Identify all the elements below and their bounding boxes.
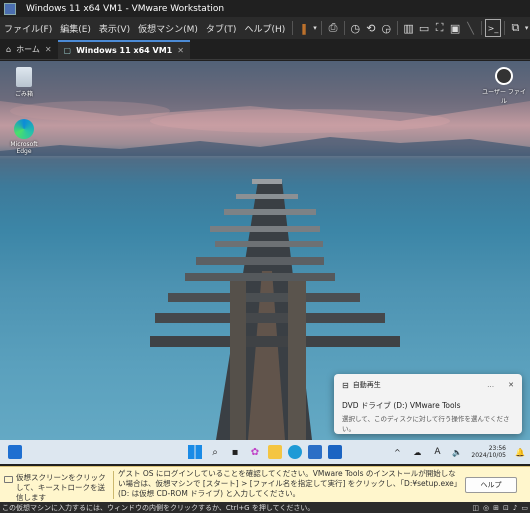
vmware-window: Windows 11 x64 VM1 - VMware Workstation … [0, 0, 530, 513]
snapshot-icon[interactable]: ◷ [348, 19, 363, 37]
menu-edit[interactable]: 編集(E) [56, 22, 95, 35]
device-sound-icon[interactable]: ♪ [513, 504, 517, 512]
device-cd-icon[interactable]: ◎ [483, 504, 489, 512]
vmware-tools-hint-bar: 仮想スクリーンをクリックして、キーストロークを送信します ゲスト OS にログイ… [0, 466, 530, 502]
close-icon[interactable]: ✕ [177, 46, 184, 55]
menu-view[interactable]: 表示(V) [95, 22, 134, 35]
edge-label: Microsoft Edge [10, 141, 38, 155]
start-icon[interactable] [188, 445, 202, 459]
close-icon[interactable]: ✕ [508, 381, 514, 389]
console-icon[interactable]: >_ [485, 19, 501, 37]
edge-icon [14, 119, 34, 139]
keyboard-icon [4, 476, 13, 483]
thumbnail-icon[interactable]: ▭ [416, 19, 431, 37]
tab-home-label: ホーム [16, 45, 40, 54]
widgets-icon[interactable] [8, 445, 22, 459]
clock-date: 2024/10/05 [471, 452, 506, 459]
revert-snapshot-icon[interactable]: ⟲ [363, 19, 378, 37]
store-icon[interactable] [308, 445, 322, 459]
user-icon [495, 67, 513, 85]
unity-icon[interactable]: ▣ [447, 19, 462, 37]
toolbar-separator [481, 21, 483, 35]
toolbar-separator [397, 21, 398, 35]
user-folder-shortcut[interactable]: ユーザー ファイル [482, 67, 526, 105]
notification-title: DVD ドライブ (D:) VMware Tools [342, 401, 461, 410]
menu-help[interactable]: ヘルプ(H) [240, 22, 289, 35]
device-network-icon[interactable]: ⊞ [493, 504, 499, 512]
hint-divider [113, 471, 114, 499]
device-hdd-icon[interactable]: ◫ [472, 504, 479, 512]
file-explorer-icon[interactable] [268, 445, 282, 459]
device-usb-icon[interactable]: ⊡ [503, 504, 509, 512]
window-title: Windows 11 x64 VM1 - VMware Workstation [26, 3, 225, 14]
disabled-icon[interactable]: ╲ [463, 19, 478, 37]
clock[interactable]: 23:56 2024/10/05 [471, 445, 506, 459]
device-display-icon[interactable]: ▭ [521, 504, 528, 512]
notification-body: 選択して、このディスクに対して行う操作を選んでください。 [342, 415, 510, 433]
tab-bar: ⌂ ホーム ✕ ▢ Windows 11 x64 VM1 ✕ [0, 39, 530, 60]
menu-vm[interactable]: 仮想マシン(M) [134, 22, 202, 35]
toolbar-separator [292, 21, 294, 35]
menu-bar: ファイル(F) 編集(E) 表示(V) 仮想マシン(M) タブ(T) ヘルプ(H… [0, 17, 530, 39]
menu-file[interactable]: ファイル(F) [0, 22, 56, 35]
help-button[interactable]: ヘルプ [465, 477, 517, 493]
speaker-icon[interactable]: 🔈 [450, 445, 464, 459]
copilot-icon[interactable]: ✿ [248, 445, 262, 459]
stretch-icon[interactable]: ⧉ [508, 19, 523, 37]
snapshot-manager-icon[interactable]: ◶ [379, 19, 394, 37]
search-icon[interactable]: ⌕ [208, 445, 222, 459]
edge-shortcut[interactable]: Microsoft Edge [2, 119, 46, 155]
tab-vm[interactable]: ▢ Windows 11 x64 VM1 ✕ [57, 40, 190, 59]
toolbar-separator [503, 21, 505, 35]
status-bar: この仮想マシンに入力するには、ウィンドウの内側をクリックするか、Ctrl+G を… [0, 502, 530, 513]
notification-bell-icon[interactable]: 🔔 [513, 445, 527, 459]
vm-icon: ▢ [63, 46, 72, 55]
autoplay-notification[interactable]: ⊟ 自動再生 … ✕ DVD ドライブ (D:) VMware Tools 選択… [334, 374, 522, 434]
network-icon[interactable]: ☁ [410, 445, 424, 459]
guest-taskbar: ⌕ ▪ ✿ ^ ☁ A 🔈 23:56 2024/10/05 🔔 [0, 440, 530, 464]
menu-tabs[interactable]: タブ(T) [202, 22, 241, 35]
ime-indicator[interactable]: A [430, 445, 444, 459]
chevron-down-icon[interactable]: ▾ [312, 19, 319, 37]
outlook-icon[interactable] [328, 445, 342, 459]
hint-click-text: 仮想スクリーンをクリックして、キーストロークを送信します [16, 473, 106, 502]
chevron-up-icon[interactable]: ^ [390, 445, 404, 459]
vmware-app-icon [4, 2, 16, 15]
status-text: この仮想マシンに入力するには、ウィンドウの内側をクリックするか、Ctrl+G を… [2, 503, 315, 512]
send-ctrl-alt-del-icon[interactable]: ⎙ [325, 19, 340, 37]
guest-desktop[interactable]: ごみ箱 Microsoft Edge ユーザー ファイル ⊟ 自動再生 … ✕ … [0, 61, 530, 440]
close-icon[interactable]: ✕ [45, 45, 52, 54]
tab-home[interactable]: ⌂ ホーム ✕ [0, 40, 58, 59]
title-bar: Windows 11 x64 VM1 - VMware Workstation [0, 0, 530, 17]
suspend-icon[interactable]: ‖ [296, 19, 311, 37]
recycle-bin-label: ごみ箱 [14, 91, 33, 98]
tab-vm-label: Windows 11 x64 VM1 [76, 46, 173, 55]
home-icon: ⌂ [6, 45, 12, 54]
toolbar-separator [343, 21, 345, 35]
hint-tools-text: ゲスト OS にログインしていることを確認してください。VMware Tools… [118, 469, 462, 498]
notification-header: 自動再生 [352, 381, 381, 389]
user-folder-label: ユーザー ファイル [482, 89, 526, 105]
library-icon[interactable]: ▥ [401, 19, 416, 37]
fullscreen-icon[interactable]: ⛶ [432, 19, 447, 37]
task-view-icon[interactable]: ▪ [228, 445, 242, 459]
edge-taskbar-icon[interactable] [288, 445, 302, 459]
toolbar-separator [321, 21, 323, 35]
recycle-bin-icon [16, 67, 32, 87]
more-options-icon[interactable]: … [487, 381, 494, 389]
recycle-bin-shortcut[interactable]: ごみ箱 [2, 67, 46, 98]
chevron-down-icon[interactable]: ▾ [523, 19, 530, 37]
autoplay-icon: ⊟ [342, 380, 349, 390]
clock-time: 23:56 [488, 445, 506, 452]
